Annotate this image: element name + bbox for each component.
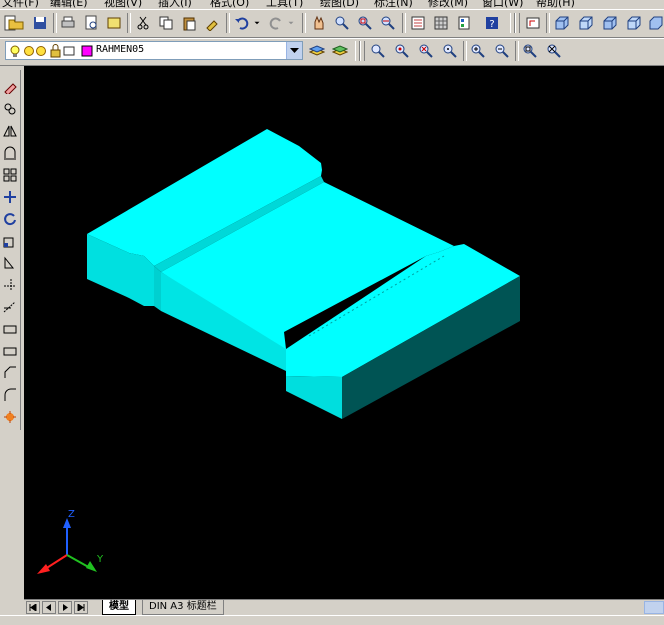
designcenter-icon[interactable] (431, 13, 451, 33)
rotate-icon[interactable] (1, 210, 18, 227)
zoom-scale-icon[interactable] (416, 41, 436, 61)
model-canvas: Z Y (37, 129, 520, 574)
menu-bar: 文件(F) 编辑(E) 视图(V) 插入(I) 格式(O) 工具(T) 绘图(D… (0, 0, 664, 8)
pan-icon[interactable] (309, 13, 329, 33)
sun-icon (24, 46, 34, 56)
zoom-all-icon[interactable] (520, 41, 540, 61)
modify-toolbar (0, 70, 21, 430)
paste-icon[interactable] (179, 13, 199, 33)
break-icon[interactable] (1, 320, 18, 337)
current-layer-name: RAHMEN05 (96, 44, 145, 55)
drawing-viewport[interactable]: Z Y (24, 66, 664, 599)
menu-modify[interactable]: 修改(M) (428, 0, 468, 8)
mirror-icon[interactable] (1, 122, 18, 139)
scale-icon[interactable] (1, 232, 18, 249)
stretch-icon[interactable] (1, 254, 18, 271)
zoom-realtime-icon[interactable] (332, 13, 352, 33)
redo-dropdown[interactable] (286, 13, 296, 33)
zoom-previous-icon[interactable] (378, 13, 398, 33)
zoom-in-icon[interactable] (468, 41, 488, 61)
layer-dropdown[interactable]: RAHMEN05 (5, 41, 303, 60)
view-top-icon[interactable] (552, 13, 572, 33)
menu-edit[interactable]: 编辑(E) (50, 0, 88, 8)
solid-model[interactable] (87, 129, 520, 419)
properties-icon[interactable] (408, 13, 428, 33)
horizontal-scrollbar[interactable] (644, 601, 664, 614)
chamfer-icon[interactable] (1, 364, 18, 381)
first-tab-icon[interactable] (26, 601, 40, 614)
view-right-icon[interactable] (624, 13, 644, 33)
view-left-icon[interactable] (600, 13, 620, 33)
toolpalette-icon[interactable] (454, 13, 474, 33)
menu-tools[interactable]: 工具(T) (266, 0, 303, 8)
zoom-out-icon[interactable] (492, 41, 512, 61)
view-front-icon[interactable] (646, 13, 664, 33)
next-tab-icon[interactable] (58, 601, 72, 614)
help-icon[interactable]: ? (482, 13, 502, 33)
chevron-down-icon[interactable] (286, 42, 302, 59)
ucs-axis-icon: Z Y (37, 509, 104, 574)
svg-text:?: ? (489, 19, 494, 30)
menu-format[interactable]: 格式(O) (210, 0, 249, 8)
join-icon[interactable] (1, 342, 18, 359)
copy-icon[interactable] (156, 13, 176, 33)
bulb-icon (10, 45, 20, 57)
tab-layout-din-a3[interactable]: DIN A3 标题栏 (142, 600, 224, 615)
offset-icon[interactable] (1, 144, 18, 161)
publish-icon[interactable] (104, 13, 124, 33)
fillet-icon[interactable] (1, 386, 18, 403)
layer-color-swatch (81, 45, 93, 57)
erase-icon[interactable] (1, 78, 18, 95)
matchprop-icon[interactable] (202, 13, 222, 33)
menu-draw[interactable]: 绘图(D) (320, 0, 359, 8)
undo-dropdown[interactable] (252, 13, 262, 33)
tab-model[interactable]: 模型 (102, 600, 136, 615)
menu-help[interactable]: 帮助(H) (536, 0, 575, 8)
layers-toolbar: RAHMEN05 (0, 38, 664, 66)
plot-icon (63, 46, 75, 56)
standard-toolbar: ? (0, 9, 664, 38)
zoom-window-icon[interactable] (355, 13, 375, 33)
copy-icon[interactable] (1, 100, 18, 117)
menu-view[interactable]: 视图(V) (104, 0, 142, 8)
redo-icon[interactable] (266, 13, 286, 33)
save-icon[interactable] (30, 13, 50, 33)
trim-icon[interactable] (1, 276, 18, 293)
preview-icon[interactable] (81, 13, 101, 33)
sun-icon (36, 46, 46, 56)
ucs-y-label: Y (96, 554, 104, 565)
last-tab-icon[interactable] (74, 601, 88, 614)
zoom-center-icon[interactable] (440, 41, 460, 61)
layer-manager-icon[interactable] (307, 41, 327, 61)
zoom-dynamic-icon[interactable] (392, 41, 412, 61)
ucs-z-label: Z (68, 509, 75, 520)
menu-insert[interactable]: 插入(I) (158, 0, 192, 8)
view-bottom-icon[interactable] (576, 13, 596, 33)
explode-icon[interactable] (1, 408, 18, 425)
cut-icon[interactable] (133, 13, 153, 33)
zoom-window-icon[interactable] (368, 41, 388, 61)
menu-window[interactable]: 窗口(W) (482, 0, 523, 8)
move-icon[interactable] (1, 188, 18, 205)
open-icon[interactable] (6, 13, 26, 33)
extend-icon[interactable] (1, 298, 18, 315)
layout-tab-bar: 模型 DIN A3 标题栏 (24, 599, 664, 616)
prev-tab-icon[interactable] (42, 601, 56, 614)
ucs-icon[interactable] (523, 13, 543, 33)
menu-file[interactable]: 文件(F) (2, 0, 39, 8)
array-icon[interactable] (1, 166, 18, 183)
print-icon[interactable] (58, 13, 78, 33)
layer-previous-icon[interactable] (330, 41, 350, 61)
undo-icon[interactable] (232, 13, 252, 33)
zoom-extents-icon[interactable] (544, 41, 564, 61)
lock-icon (50, 44, 61, 58)
menu-dimension[interactable]: 标注(N) (374, 0, 413, 8)
